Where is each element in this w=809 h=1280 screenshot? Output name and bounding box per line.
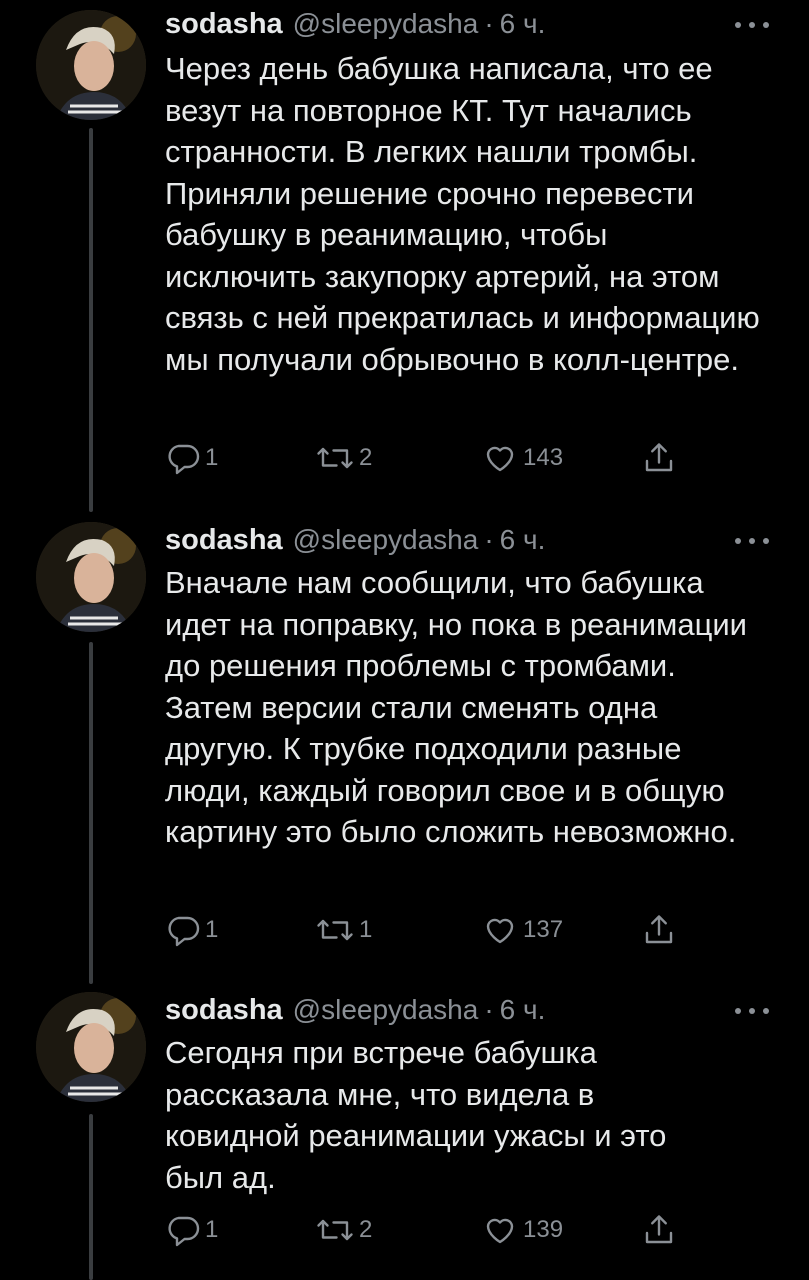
more-icon[interactable]	[735, 20, 769, 30]
display-name[interactable]: sodasha	[165, 8, 283, 41]
timestamp[interactable]: 6 ч.	[500, 994, 546, 1026]
heart-icon	[481, 1212, 519, 1248]
retweet-button[interactable]: 1	[315, 908, 372, 952]
tweet-actions: 1 2 139	[165, 1208, 725, 1252]
more-icon[interactable]	[735, 536, 769, 546]
user-handle[interactable]: @sleepydasha	[293, 8, 479, 40]
reply-button[interactable]: 1	[165, 1208, 218, 1252]
thread-line	[89, 1114, 93, 1280]
like-count: 137	[523, 916, 564, 943]
like-count: 139	[523, 1216, 564, 1243]
reply-button[interactable]: 1	[165, 908, 218, 952]
heart-icon	[481, 912, 519, 948]
thread-line	[89, 128, 93, 512]
tweet-text: Сегодня при встрече бабушка рассказала м…	[165, 1035, 667, 1195]
avatar[interactable]	[36, 10, 146, 120]
avatar[interactable]	[36, 522, 146, 632]
share-button[interactable]	[641, 1208, 677, 1252]
share-icon	[641, 912, 677, 948]
reply-icon	[165, 1212, 201, 1248]
tweet-header: sodasha @sleepydasha · 6 ч.	[165, 988, 545, 1032]
user-handle[interactable]: @sleepydasha	[293, 994, 479, 1026]
thread-line	[89, 642, 93, 984]
retweet-count: 1	[359, 916, 373, 943]
tweet-actions: 1 2 143	[165, 436, 725, 480]
tweet-header: sodasha @sleepydasha · 6 ч.	[165, 2, 545, 46]
tweet[interactable]: sodasha @sleepydasha · 6 ч. Сегодня при …	[0, 982, 809, 1280]
reply-icon	[165, 440, 201, 476]
reply-count: 1	[205, 916, 219, 943]
share-button[interactable]	[641, 908, 677, 952]
tweet-header: sodasha @sleepydasha · 6 ч.	[165, 518, 545, 562]
reply-icon	[165, 912, 201, 948]
retweet-icon	[315, 440, 355, 476]
tweet[interactable]: sodasha @sleepydasha · 6 ч. Через день б…	[0, 0, 809, 512]
display-name[interactable]: sodasha	[165, 524, 283, 557]
timestamp[interactable]: 6 ч.	[500, 524, 546, 556]
separator-dot: ·	[484, 994, 494, 1025]
share-button[interactable]	[641, 436, 677, 480]
like-button[interactable]: 143	[481, 436, 563, 480]
retweet-icon	[315, 912, 355, 948]
retweet-count: 2	[359, 1216, 373, 1243]
more-icon[interactable]	[735, 1006, 769, 1016]
user-handle[interactable]: @sleepydasha	[293, 524, 479, 556]
tweet-text: Через день бабушка написала, что ее везу…	[165, 51, 760, 377]
avatar[interactable]	[36, 992, 146, 1102]
like-button[interactable]: 139	[481, 1208, 563, 1252]
tweet[interactable]: sodasha @sleepydasha · 6 ч. Вначале нам …	[0, 512, 809, 984]
tweet-text: Вначале нам сообщили, что бабушка идет н…	[165, 565, 747, 849]
tweet-actions: 1 1 137	[165, 908, 725, 952]
share-icon	[641, 1212, 677, 1248]
share-icon	[641, 440, 677, 476]
heart-icon	[481, 440, 519, 476]
retweet-button[interactable]: 2	[315, 1208, 372, 1252]
display-name[interactable]: sodasha	[165, 994, 283, 1027]
like-count: 143	[523, 444, 564, 471]
reply-count: 1	[205, 1216, 219, 1243]
reply-button[interactable]: 1	[165, 436, 218, 480]
reply-count: 1	[205, 444, 219, 471]
separator-dot: ·	[484, 8, 494, 39]
separator-dot: ·	[484, 524, 494, 555]
retweet-button[interactable]: 2	[315, 436, 372, 480]
timestamp[interactable]: 6 ч.	[500, 8, 546, 40]
retweet-count: 2	[359, 444, 373, 471]
like-button[interactable]: 137	[481, 908, 563, 952]
retweet-icon	[315, 1212, 355, 1248]
